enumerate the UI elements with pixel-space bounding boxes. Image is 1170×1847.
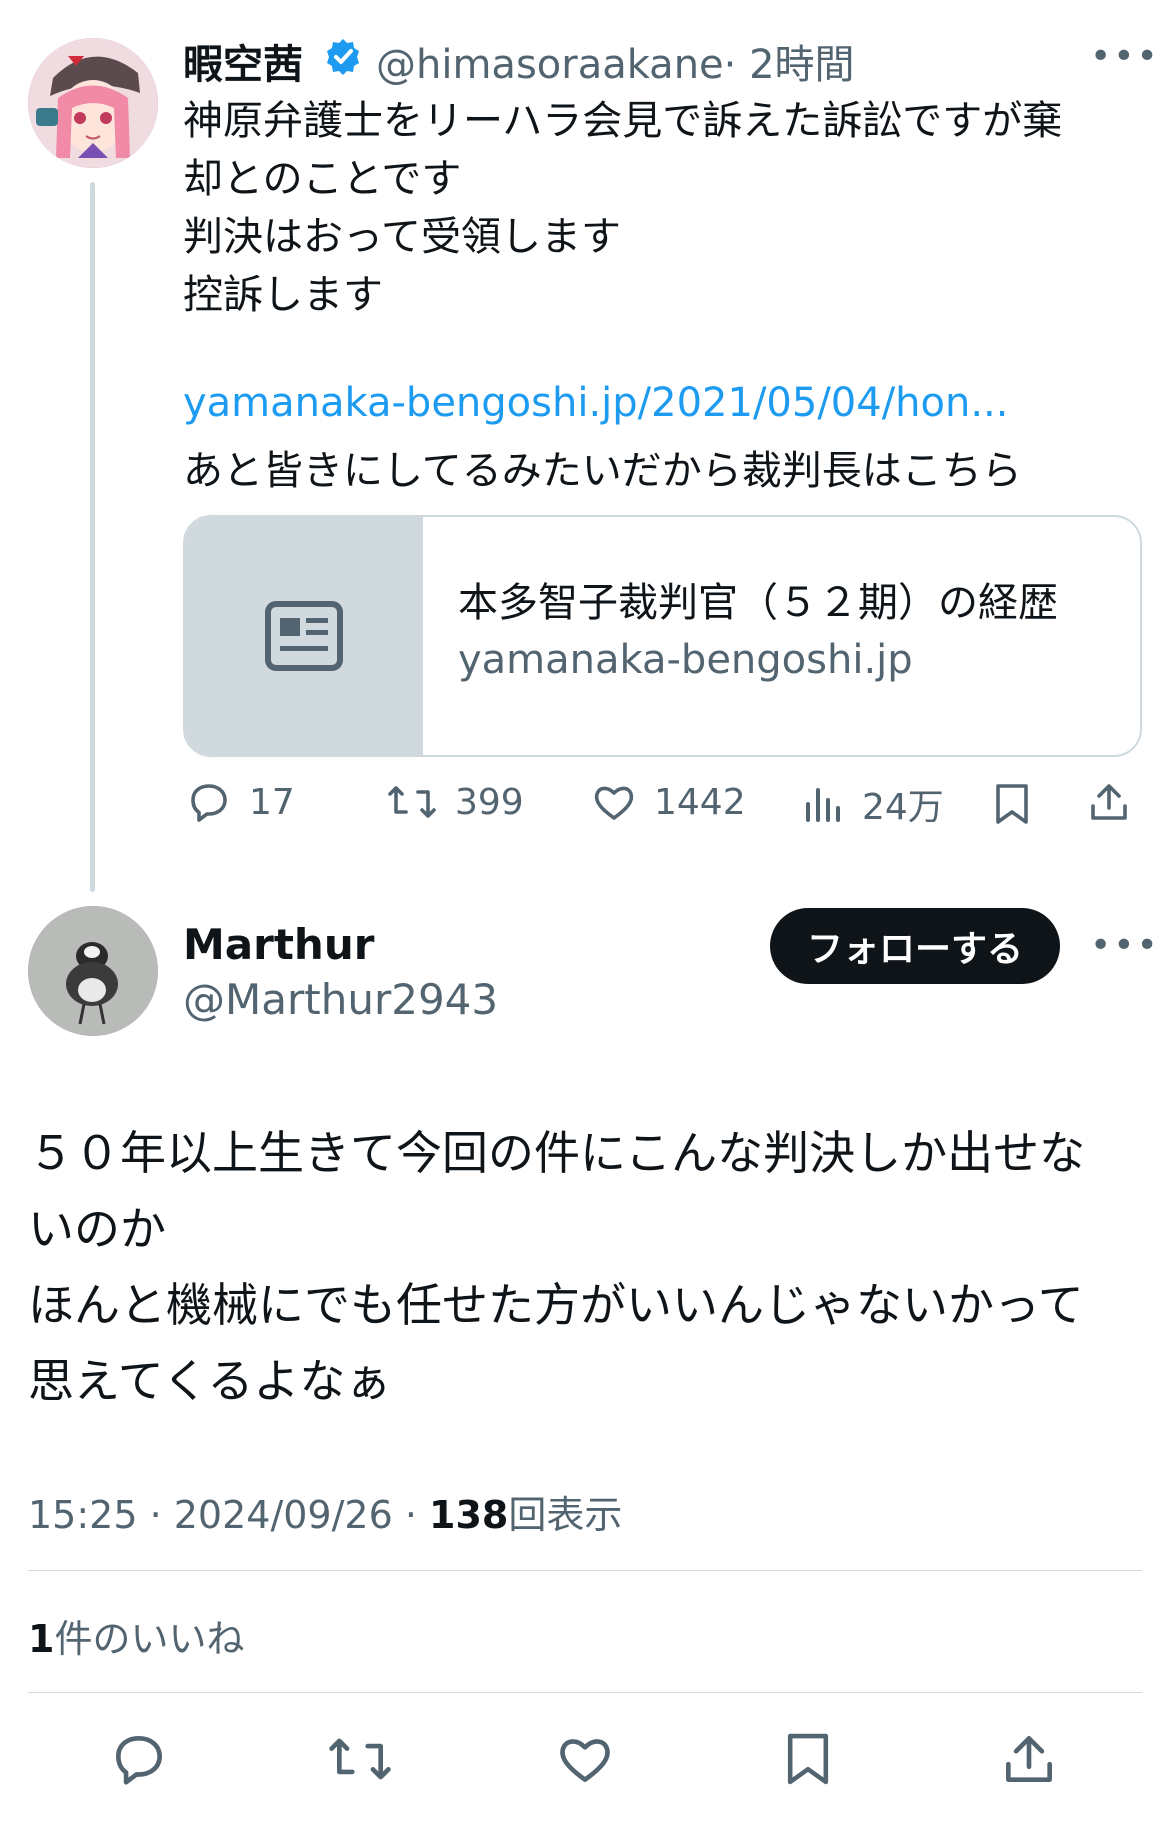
reply-count: 17: [249, 781, 295, 823]
avatar[interactable]: [28, 906, 158, 1036]
likes-count: 1: [28, 1617, 55, 1661]
bookmark-icon: [787, 1733, 829, 1785]
like-icon: [594, 786, 634, 820]
link-preview-card[interactable]: [183, 515, 1142, 757]
likes-summary[interactable]: 1件のいいね: [28, 1608, 244, 1663]
share-icon: [1091, 784, 1127, 820]
reply-button[interactable]: [108, 1728, 170, 1794]
like-button[interactable]: 1442: [590, 778, 746, 826]
avatar-illustration: [28, 38, 158, 168]
quoted-tweet-link[interactable]: yamanaka-bengoshi.jp/2021/05/04/hon...: [183, 380, 1009, 426]
views-button[interactable]: 24万: [798, 778, 944, 830]
like-icon: [560, 1739, 610, 1782]
retweet-icon: [329, 1738, 391, 1780]
view-count: 138: [429, 1493, 509, 1537]
quoted-display-name[interactable]: 暇空茜: [183, 32, 303, 90]
more-icon[interactable]: •••: [1090, 36, 1160, 77]
card-thumbnail: [185, 517, 423, 755]
tweet-timestamp[interactable]: 15:25 · 2024/09/26 ·: [28, 1493, 429, 1537]
reply-icon: [116, 1736, 162, 1785]
likes-label: 件のいいね: [54, 1617, 245, 1661]
retweet-button[interactable]: 399: [385, 778, 524, 826]
bookmark-button[interactable]: [990, 780, 1034, 832]
quoted-tweet-text: 神原弁護士をリーハラ会見で訴えた訴訟ですが棄 却とのことです 判決はおって受領し…: [183, 98, 1063, 318]
more-icon[interactable]: •••: [1090, 925, 1160, 966]
reply-button[interactable]: 17: [185, 778, 295, 826]
share-button[interactable]: [1085, 778, 1133, 830]
like-count: 1442: [654, 781, 746, 823]
share-icon: [1006, 1736, 1052, 1782]
avatar[interactable]: [28, 38, 158, 168]
share-button[interactable]: [998, 1728, 1060, 1794]
divider: [28, 1692, 1142, 1693]
reply-icon: [191, 784, 227, 822]
bookmark-button[interactable]: [780, 1728, 836, 1794]
article-icon: [265, 601, 343, 671]
reply-display-name[interactable]: Marthur: [183, 920, 374, 969]
thread-line: [90, 182, 95, 892]
quoted-time[interactable]: · 2時間: [724, 42, 855, 88]
retweet-count: 399: [455, 781, 524, 823]
view-label: 回表示: [508, 1493, 623, 1537]
reply-handle[interactable]: @Marthur2943: [183, 975, 498, 1024]
tweet-meta: 15:25 · 2024/09/26 · 138回表示: [28, 1484, 622, 1539]
card-title[interactable]: 本多智子裁判官（５２期）の経歴: [458, 570, 1058, 628]
like-button[interactable]: [554, 1728, 616, 1794]
retweet-button[interactable]: [326, 1728, 394, 1794]
bookmark-icon: [996, 784, 1028, 824]
follow-button[interactable]: フォローする: [770, 908, 1060, 984]
quoted-tweet-text-after-link: あと皆きにしてるみたいだから裁判長はこちら: [183, 448, 1022, 494]
quoted-handle[interactable]: @himasoraakane: [376, 42, 724, 88]
retweet-icon: [388, 786, 436, 818]
card-domain: yamanaka-bengoshi.jp: [458, 637, 913, 683]
views-icon: [806, 788, 840, 822]
avatar-bird-photo: [28, 906, 158, 1036]
verified-badge-icon: [323, 37, 363, 77]
views-count: 24万: [862, 787, 944, 828]
divider: [28, 1570, 1142, 1571]
reply-tweet-text: ５０年以上生きて今回の件にこんな判決しか出せな いのか ほんと機械にでも任せた方…: [28, 1126, 1086, 1408]
